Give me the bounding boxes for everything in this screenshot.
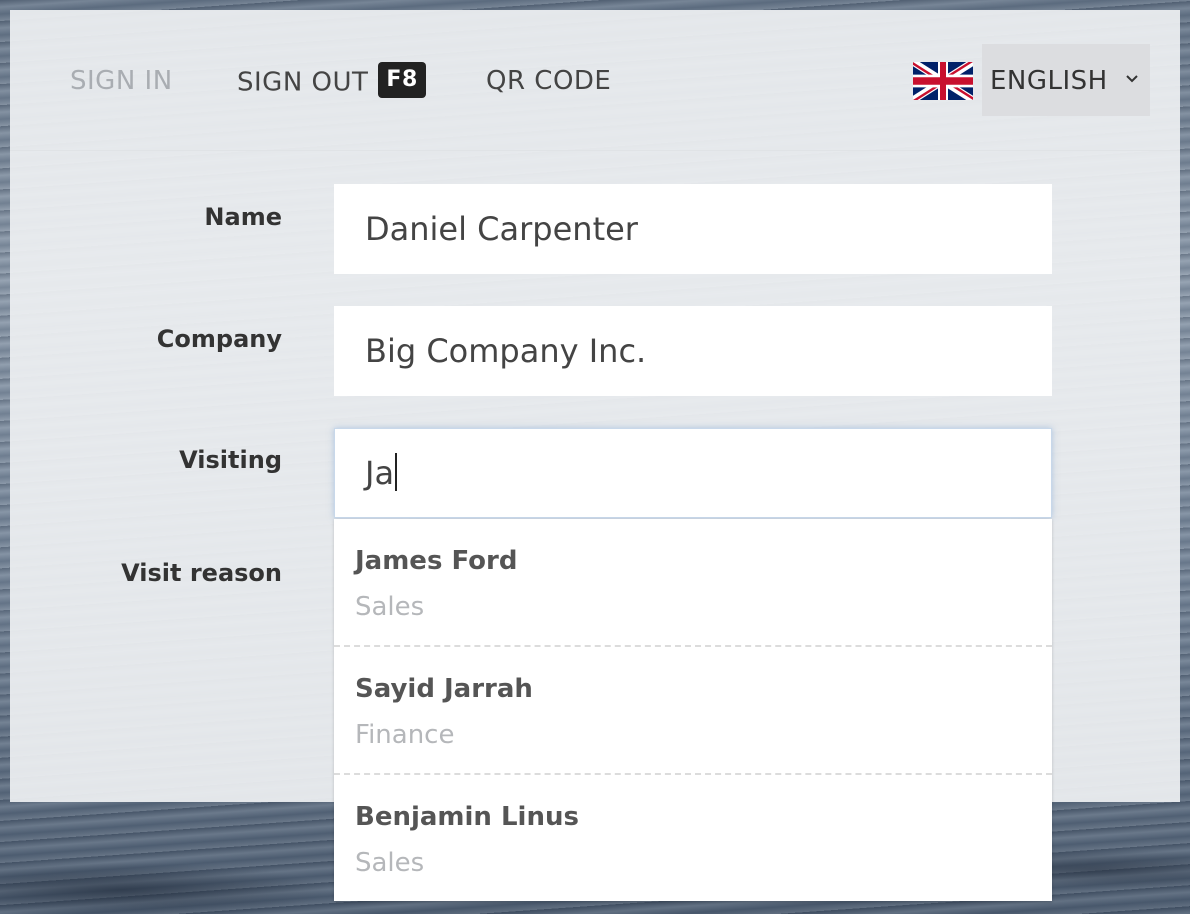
suggestion-department: Sales — [355, 592, 425, 622]
suggestion-department: Sales — [355, 848, 425, 878]
suggestion-name: James Ford — [355, 546, 518, 576]
suggestion-item[interactable]: Sayid Jarrah Finance — [334, 647, 1052, 775]
top-nav: SIGN IN SIGN OUT F8 QR CODE ENGLISH — [10, 10, 1180, 151]
name-label: Name — [204, 203, 282, 231]
nav-sign-in[interactable]: SIGN IN — [70, 65, 173, 97]
language-selected: ENGLISH — [990, 66, 1108, 96]
visiting-suggestions: James Ford Sales Sayid Jarrah Finance Be… — [334, 519, 1052, 901]
chevron-down-icon — [1126, 75, 1138, 83]
suggestion-department: Finance — [355, 720, 455, 750]
suggestion-item[interactable]: James Ford Sales — [334, 519, 1052, 647]
uk-flag-icon — [913, 62, 973, 100]
company-value: Big Company Inc. — [365, 332, 647, 370]
visit-reason-label: Visit reason — [121, 559, 282, 587]
visiting-value: Ja — [365, 453, 398, 494]
visiting-text: Ja — [365, 454, 395, 492]
shortcut-badge: F8 — [378, 62, 426, 98]
suggestion-name: Sayid Jarrah — [355, 674, 533, 704]
name-field[interactable]: Daniel Carpenter — [334, 184, 1052, 274]
nav-sign-out[interactable]: SIGN OUT F8 — [237, 62, 426, 101]
company-label: Company — [156, 325, 282, 353]
suggestion-name: Benjamin Linus — [355, 802, 579, 832]
suggestion-item[interactable]: Benjamin Linus Sales — [334, 775, 1052, 901]
visiting-field[interactable]: Ja — [334, 428, 1052, 518]
name-value: Daniel Carpenter — [365, 210, 638, 248]
nav-qr-code[interactable]: QR CODE — [486, 65, 611, 97]
text-caret — [395, 453, 398, 491]
company-field[interactable]: Big Company Inc. — [334, 306, 1052, 396]
nav-sign-out-label: SIGN OUT — [237, 67, 369, 98]
language-select[interactable]: ENGLISH — [982, 44, 1150, 116]
visiting-label: Visiting — [179, 446, 282, 474]
